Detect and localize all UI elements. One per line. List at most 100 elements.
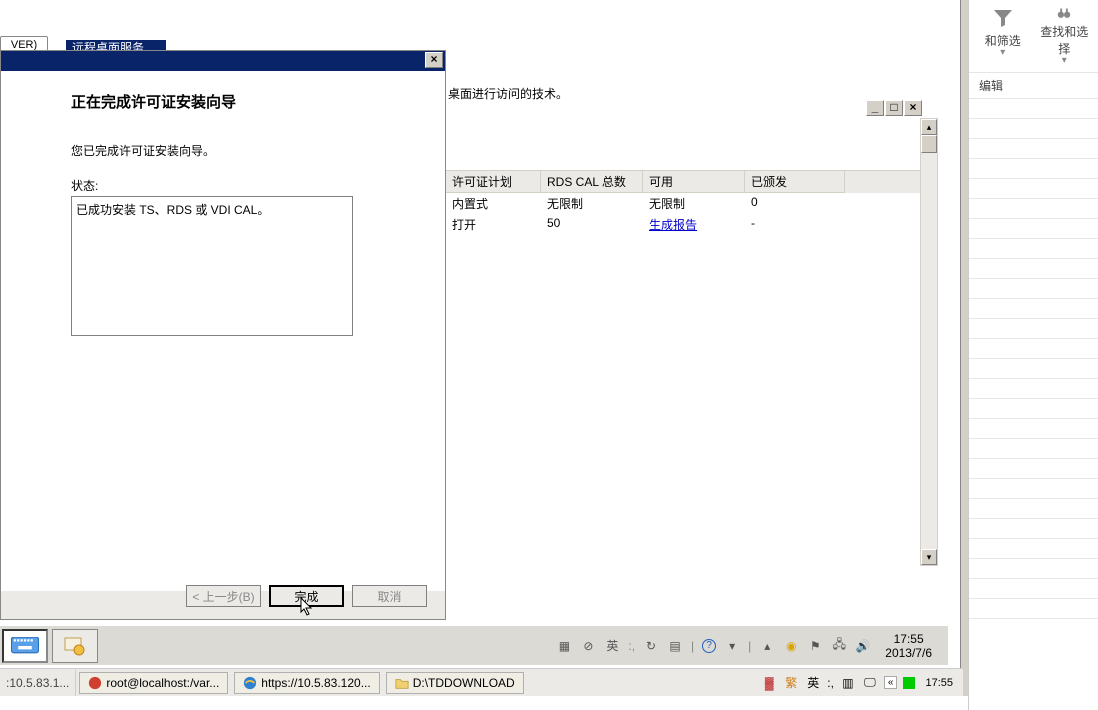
list-item[interactable] bbox=[969, 219, 1098, 239]
date-text: 2013/7/6 bbox=[885, 646, 932, 660]
taskbar-item-cert[interactable] bbox=[52, 629, 98, 663]
col-plan[interactable]: 许可证计划 bbox=[446, 171, 541, 193]
license-table: 许可证计划 RDS CAL 总数 可用 已颁发 内置式 无限制 无限制 0 打开… bbox=[446, 170, 920, 235]
tray-network-icon[interactable]: 🖧 bbox=[831, 638, 847, 654]
generate-report-link[interactable]: 生成报告 bbox=[643, 214, 745, 235]
tray-app-icon[interactable]: ▓ bbox=[761, 675, 777, 691]
taskbar-task-browser[interactable]: https://10.5.83.120... bbox=[234, 672, 379, 694]
tray-show-hidden-icon[interactable]: ▴ bbox=[759, 638, 775, 654]
filter-button[interactable]: 和筛选 ▾ bbox=[977, 6, 1029, 66]
col-available[interactable]: 可用 bbox=[643, 171, 745, 193]
wizard-close-button[interactable]: × bbox=[425, 52, 443, 68]
find-select-button[interactable]: 查找和选择 ▾ bbox=[1039, 6, 1091, 66]
task-label: root@localhost:/var... bbox=[106, 676, 219, 690]
tray-help-icon[interactable]: ? bbox=[702, 639, 716, 653]
list-item[interactable] bbox=[969, 359, 1098, 379]
ie-icon bbox=[243, 676, 257, 690]
keyboard-icon bbox=[11, 637, 39, 655]
cell: 无限制 bbox=[643, 193, 745, 214]
list-item[interactable] bbox=[969, 519, 1098, 539]
licmgr-minimize-button[interactable]: _ bbox=[866, 100, 884, 116]
list-item[interactable] bbox=[969, 259, 1098, 279]
folder-icon bbox=[395, 676, 409, 690]
list-item[interactable] bbox=[969, 119, 1098, 139]
list-item[interactable] bbox=[969, 459, 1098, 479]
list-item[interactable] bbox=[969, 279, 1098, 299]
taskbar-task-folder[interactable]: D:\TDDOWNLOAD bbox=[386, 672, 524, 694]
cell: 打开 bbox=[446, 214, 541, 235]
list-item[interactable] bbox=[969, 399, 1098, 419]
table-header-row: 许可证计划 RDS CAL 总数 可用 已颁发 bbox=[446, 170, 920, 193]
list-item[interactable] bbox=[969, 319, 1098, 339]
cell: 无限制 bbox=[541, 193, 643, 214]
wizard-titlebar[interactable]: × bbox=[1, 51, 445, 71]
list-item[interactable] bbox=[969, 499, 1098, 519]
list-item[interactable] bbox=[969, 299, 1098, 319]
taskbar-item-desktop[interactable] bbox=[2, 629, 48, 663]
scroll-down-arrow[interactable]: ▾ bbox=[921, 549, 937, 565]
list-item[interactable] bbox=[969, 339, 1098, 359]
list-item[interactable] bbox=[969, 539, 1098, 559]
tray-clock[interactable]: 17:55 2013/7/6 bbox=[879, 632, 938, 660]
tray-expand-button[interactable]: « bbox=[884, 676, 898, 689]
ime-lang-indicator[interactable]: 英 bbox=[604, 638, 620, 654]
list-item[interactable] bbox=[969, 179, 1098, 199]
cell: 50 bbox=[541, 214, 643, 235]
table-row[interactable]: 内置式 无限制 无限制 0 bbox=[446, 193, 920, 214]
list-item[interactable] bbox=[969, 239, 1098, 259]
list-item[interactable] bbox=[969, 599, 1098, 619]
list-item[interactable] bbox=[969, 199, 1098, 219]
right-sidebar: 和筛选 ▾ 查找和选择 ▾ 编辑 bbox=[968, 0, 1098, 710]
tray-prohibit-icon[interactable]: ⊘ bbox=[580, 638, 596, 654]
list-item[interactable] bbox=[969, 99, 1098, 119]
tray-grid-icon[interactable]: ▦ bbox=[556, 638, 572, 654]
tray-yellow-icon[interactable]: 繁 bbox=[783, 675, 799, 691]
list-item[interactable] bbox=[969, 419, 1098, 439]
col-total[interactable]: RDS CAL 总数 bbox=[541, 171, 643, 193]
session-divider[interactable] bbox=[960, 0, 968, 696]
tray-caret-icon[interactable]: ▾ bbox=[724, 638, 740, 654]
scroll-thumb[interactable] bbox=[921, 135, 937, 153]
time-text: 17:55 bbox=[885, 632, 932, 646]
ime-lang-indicator[interactable]: 英 bbox=[805, 675, 821, 691]
remote-desktop-area: VER) 远程桌面服务 桌面进行访问的技术。 _ □ × ▴ ▾ 许可证计划 R… bbox=[0, 0, 968, 710]
task-label: D:\TDDOWNLOAD bbox=[413, 676, 515, 690]
list-item[interactable] bbox=[969, 559, 1098, 579]
tray-window-icon[interactable]: ▤ bbox=[667, 638, 683, 654]
tray-monitor-icon[interactable]: 🖵 bbox=[862, 675, 878, 691]
tray-volume-icon[interactable]: 🔊 bbox=[855, 638, 871, 654]
tray-refresh-icon[interactable]: ↻ bbox=[643, 638, 659, 654]
host-address-label[interactable]: :10.5.83.1... bbox=[0, 670, 76, 696]
top-fragment bbox=[0, 0, 120, 12]
terminal-icon bbox=[88, 676, 102, 690]
col-issued[interactable]: 已颁发 bbox=[745, 171, 845, 193]
licmgr-scrollbar[interactable]: ▴ ▾ bbox=[920, 118, 938, 566]
tray-status-icon[interactable] bbox=[903, 677, 915, 689]
cancel-button: 取消 bbox=[352, 585, 427, 607]
licmgr-maximize-button[interactable]: □ bbox=[885, 100, 903, 116]
state-textbox[interactable]: 已成功安装 TS、RDS 或 VDI CAL。 bbox=[71, 196, 353, 336]
host-systray: ▓ 繁 英 :, ▥ 🖵 « 17:55 bbox=[761, 675, 963, 691]
list-item[interactable] bbox=[969, 439, 1098, 459]
finish-button[interactable]: 完成 bbox=[269, 585, 344, 607]
list-item[interactable] bbox=[969, 479, 1098, 499]
host-clock[interactable]: 17:55 bbox=[921, 677, 957, 689]
chevron-down-icon: ▾ bbox=[1000, 47, 1005, 58]
licmgr-window-buttons: _ □ × bbox=[865, 100, 922, 116]
scroll-up-arrow[interactable]: ▴ bbox=[921, 119, 937, 135]
chevron-down-icon: ▾ bbox=[1062, 55, 1067, 66]
table-row[interactable]: 打开 50 生成报告 - bbox=[446, 214, 920, 235]
wizard-message: 您已完成许可证安装向导。 bbox=[71, 142, 375, 159]
right-list[interactable] bbox=[969, 99, 1098, 659]
wizard-body: 正在完成许可证安装向导 您已完成许可证安装向导。 状态: 已成功安装 TS、RD… bbox=[1, 71, 445, 591]
cell: 0 bbox=[745, 193, 845, 214]
list-item[interactable] bbox=[969, 159, 1098, 179]
tray-flag-icon[interactable]: ⚑ bbox=[807, 638, 823, 654]
list-item[interactable] bbox=[969, 579, 1098, 599]
list-item[interactable] bbox=[969, 379, 1098, 399]
tray-shield-icon[interactable]: ◉ bbox=[783, 638, 799, 654]
taskbar-task-terminal[interactable]: root@localhost:/var... bbox=[79, 672, 228, 694]
tray-keyboard-icon[interactable]: ▥ bbox=[840, 675, 856, 691]
list-item[interactable] bbox=[969, 139, 1098, 159]
licmgr-close-button[interactable]: × bbox=[904, 100, 922, 116]
